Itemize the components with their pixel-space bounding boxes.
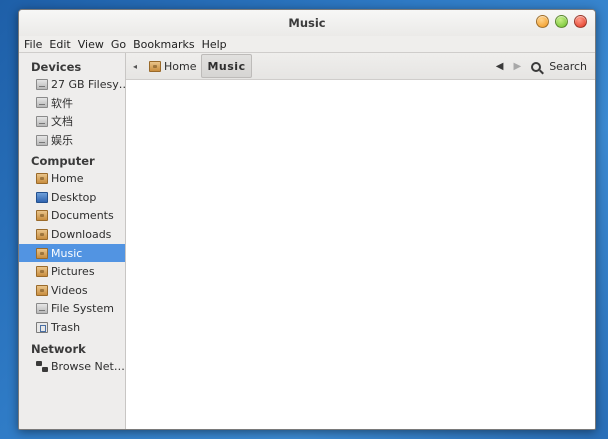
sidebar-item-label: File System <box>51 302 114 316</box>
sidebar-item-label: Downloads <box>51 227 112 241</box>
menu-view[interactable]: View <box>77 38 108 51</box>
search-button[interactable]: Search <box>531 60 587 73</box>
music-folder-icon <box>36 247 48 259</box>
sidebar-item-home[interactable]: Home <box>19 169 125 188</box>
drive-icon <box>36 115 48 127</box>
downloads-folder-icon <box>36 228 48 240</box>
search-icon <box>531 61 542 72</box>
sidebar-header-computer: Computer <box>31 154 95 169</box>
window-title: Music <box>288 16 326 30</box>
sidebar-item-label: Documents <box>51 209 114 223</box>
drive-icon <box>36 97 48 109</box>
sidebar-item-label: Videos <box>51 283 88 297</box>
close-button[interactable] <box>574 15 587 28</box>
sidebar-item-label: 27 GB Filesy… <box>51 77 126 91</box>
menu-go[interactable]: Go <box>110 38 130 51</box>
path-scroll-left-icon[interactable]: ◂ <box>126 62 144 71</box>
sidebar-item-trash[interactable]: Trash <box>19 318 125 337</box>
sidebar-item-label: Music <box>51 246 83 260</box>
sidebar-header-network: Network <box>31 341 86 356</box>
forward-arrow-icon[interactable]: ▶ <box>514 61 522 72</box>
breadcrumb-music[interactable]: Music <box>201 54 252 78</box>
home-folder-icon <box>149 60 161 72</box>
nav-controls: ◀ ▶ Search <box>496 53 587 80</box>
places-sidebar: Devices 27 GB Filesy… 软件 文档 娱乐 Computer … <box>19 53 126 429</box>
location-toolbar: ◂ Home Music ◀ ▶ Search <box>126 53 595 80</box>
titlebar[interactable]: Music <box>19 10 595 36</box>
sidebar-item-label: 文档 <box>51 115 73 129</box>
pictures-folder-icon <box>36 266 48 278</box>
drive-icon <box>36 78 48 90</box>
sidebar-item-label: Pictures <box>51 265 95 279</box>
sidebar-item-downloads[interactable]: Downloads <box>19 225 125 244</box>
drive-icon <box>36 303 48 315</box>
breadcrumb-label: Music <box>207 59 246 73</box>
sidebar-item-desktop[interactable]: Desktop <box>19 188 125 207</box>
sidebar-item-browse-network[interactable]: Browse Net… <box>19 357 125 376</box>
breadcrumb-label: Home <box>164 59 197 73</box>
sidebar-header-devices: Devices <box>31 60 82 74</box>
file-view-area[interactable] <box>126 80 595 429</box>
menu-bookmarks[interactable]: Bookmarks <box>132 38 198 51</box>
sidebar-item-filesystem-27gb[interactable]: 27 GB Filesy… <box>19 75 125 94</box>
menubar: File Edit View Go Bookmarks Help <box>19 36 595 52</box>
menu-edit[interactable]: Edit <box>48 38 74 51</box>
maximize-button[interactable] <box>555 15 568 28</box>
main-pane: ◂ Home Music ◀ ▶ Search <box>126 53 595 429</box>
sidebar-item-documents[interactable]: Documents <box>19 207 125 226</box>
sidebar-item-label: Trash <box>51 320 81 334</box>
sidebar-item-music[interactable]: Music <box>19 243 125 263</box>
home-folder-icon <box>36 173 48 185</box>
sidebar-item-label: 娱乐 <box>51 134 73 148</box>
menu-help[interactable]: Help <box>201 38 231 51</box>
back-arrow-icon[interactable]: ◀ <box>496 61 504 72</box>
sidebar-item-label: 软件 <box>51 96 73 110</box>
menu-file[interactable]: File <box>23 38 46 51</box>
minimize-button[interactable] <box>536 15 549 28</box>
sidebar-item-pictures[interactable]: Pictures <box>19 262 125 281</box>
videos-folder-icon <box>36 284 48 296</box>
documents-folder-icon <box>36 210 48 222</box>
sidebar-item-label: Home <box>51 172 84 186</box>
window-controls <box>536 15 587 28</box>
drive-icon <box>36 134 48 146</box>
network-icon <box>36 360 48 372</box>
desktop-icon <box>36 191 48 203</box>
sidebar-item-file-system[interactable]: File System <box>19 300 125 319</box>
sidebar-item-videos[interactable]: Videos <box>19 281 125 300</box>
sidebar-item-entertainment[interactable]: 娱乐 <box>19 131 125 150</box>
trash-icon <box>36 321 48 333</box>
content-area: Devices 27 GB Filesy… 软件 文档 娱乐 Computer … <box>19 52 595 429</box>
sidebar-item-label: Desktop <box>51 190 97 204</box>
breadcrumb-home[interactable]: Home <box>144 54 201 78</box>
sidebar-item-documents-drive[interactable]: 文档 <box>19 112 125 131</box>
search-label: Search <box>549 60 587 73</box>
sidebar-item-label: Browse Net… <box>51 359 125 373</box>
file-manager-window: Music File Edit View Go Bookmarks Help D… <box>18 9 596 430</box>
sidebar-item-software[interactable]: 软件 <box>19 94 125 113</box>
